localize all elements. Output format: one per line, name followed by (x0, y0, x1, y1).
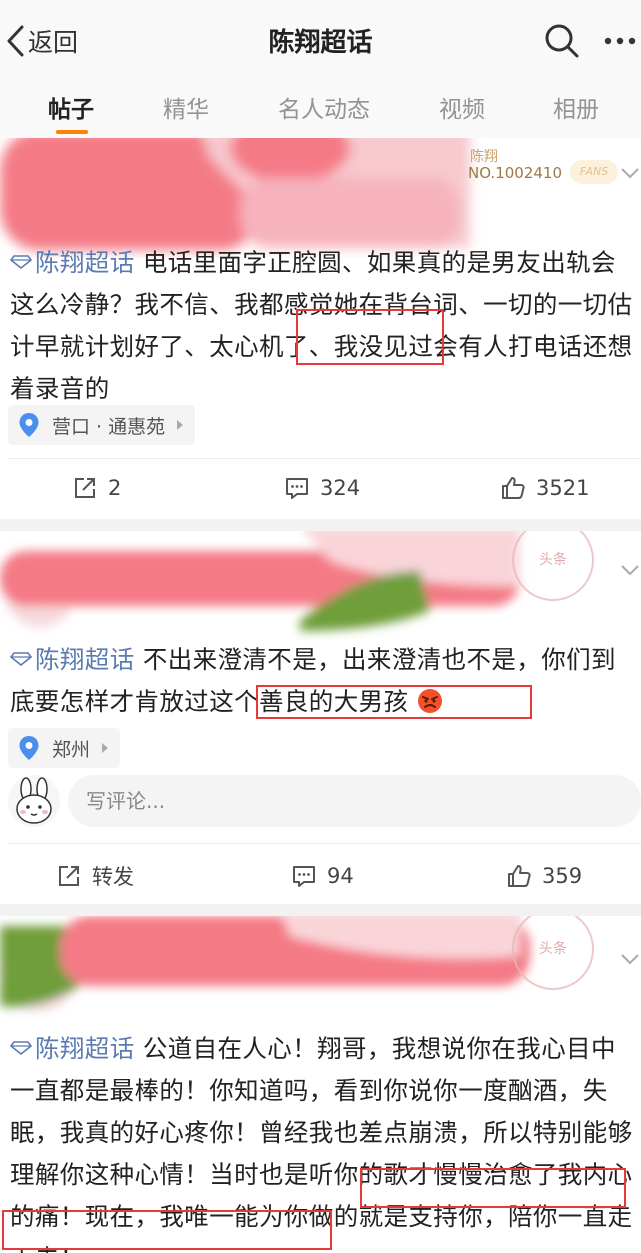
topic-label: 陈翔超话 (35, 248, 135, 277)
repost-button[interactable]: 转发 (56, 856, 134, 896)
share-icon (75, 478, 95, 498)
topic-label: 陈翔超话 (35, 1034, 135, 1063)
angry-face-emoji-icon (417, 689, 442, 713)
location-pin-icon (19, 736, 39, 760)
post-card: 陈翔 NO.1002410 FANS 陈翔超话 电话里面字正腔圆、如果真的是男友… (0, 138, 641, 519)
chevron-down-icon[interactable] (620, 166, 640, 180)
chevron-right-icon (177, 420, 184, 430)
tab-featured[interactable]: 精华 (163, 80, 209, 138)
comment-icon (293, 866, 315, 887)
fan-badge-tag: FANS (570, 160, 618, 184)
back-button[interactable]: 返回 (4, 20, 78, 62)
location-text: 营口 · 通惠苑 (52, 415, 166, 438)
top-bar: 返回 陈翔超话 (0, 0, 641, 80)
chevron-down-icon[interactable] (620, 563, 640, 577)
divider (8, 843, 641, 844)
post-text: 公道自在人心！翔哥，我想说你在我心目中一直都是最棒的！你知道吗，看到你说你一度酗… (10, 1034, 633, 1253)
tab-active-indicator (56, 130, 88, 134)
tab-videos[interactable]: 视频 (439, 80, 485, 138)
post-body: 陈翔超话 公道自在人心！翔哥，我想说你在我心目中一直都是最棒的！你知道吗，看到你… (10, 1028, 635, 1253)
avatar (8, 775, 60, 827)
back-label: 返回 (28, 28, 79, 57)
location-tag[interactable]: 营口 · 通惠苑 (8, 405, 196, 445)
comment-icon (286, 478, 308, 499)
divider (8, 458, 641, 459)
location-text: 郑州 (52, 738, 91, 761)
like-count: 3521 (536, 476, 590, 500)
share-icon (59, 866, 79, 886)
like-button[interactable]: 359 (506, 856, 582, 896)
topic-link[interactable]: 陈翔超话 (10, 1034, 135, 1063)
topic-label: 陈翔超话 (35, 645, 135, 674)
thumbs-up-icon (502, 477, 525, 499)
post-body: 陈翔超话 电话里面字正腔圆、如果真的是男友出轨会这么冷静？我不信、我都感觉她在背… (10, 242, 635, 410)
thumbs-up-icon (508, 865, 531, 887)
comment-button[interactable]: 94 (291, 856, 354, 896)
post-card: 头条 陈翔超话 不出来澄清不是，出来澄清也不是，你们到底要怎样才肯放过这个善良的… (0, 531, 641, 904)
comment-count: 324 (320, 476, 361, 500)
comment-button[interactable]: 324 (284, 468, 360, 508)
repost-label: 转发 (92, 865, 134, 889)
bunny-avatar-icon (16, 777, 52, 824)
chevron-down-icon[interactable] (620, 952, 640, 966)
fan-badge-number: NO.1002410 (468, 164, 562, 182)
comment-input[interactable]: 写评论... (68, 775, 641, 827)
share-button[interactable]: 2 (72, 468, 121, 508)
like-count: 359 (542, 864, 583, 888)
search-icon[interactable] (543, 22, 581, 60)
diamond-icon (10, 652, 32, 666)
more-icon[interactable] (600, 22, 641, 60)
chevron-right-icon (102, 743, 109, 753)
topic-link[interactable]: 陈翔超话 (10, 248, 135, 277)
post-separator (0, 519, 641, 531)
fan-badge-name: 陈翔 (470, 149, 498, 165)
post-card: 头条 陈翔超话 公道自在人心！翔哥，我想说你在我心目中一直都是最棒的！你知道吗，… (0, 916, 641, 1253)
like-button[interactable]: 3521 (500, 468, 589, 508)
share-count: 2 (108, 476, 122, 500)
diamond-icon (10, 255, 32, 269)
topic-link[interactable]: 陈翔超话 (10, 645, 135, 674)
location-tag[interactable]: 郑州 (8, 728, 121, 768)
fan-badge: 陈翔 NO.1002410 FANS (468, 146, 620, 186)
tab-bar: 帖子 精华 名人动态 视频 相册 (0, 80, 641, 138)
tab-celebrity-news[interactable]: 名人动态 (278, 80, 370, 138)
tab-album[interactable]: 相册 (553, 80, 599, 138)
post-body: 陈翔超话 不出来澄清不是，出来澄清也不是，你们到底要怎样才肯放过这个善良的大男孩 (10, 639, 635, 723)
location-pin-icon (19, 413, 39, 437)
chevron-left-icon (7, 25, 24, 57)
comment-count: 94 (327, 864, 354, 888)
post-separator (0, 904, 641, 916)
diamond-icon (10, 1041, 32, 1055)
